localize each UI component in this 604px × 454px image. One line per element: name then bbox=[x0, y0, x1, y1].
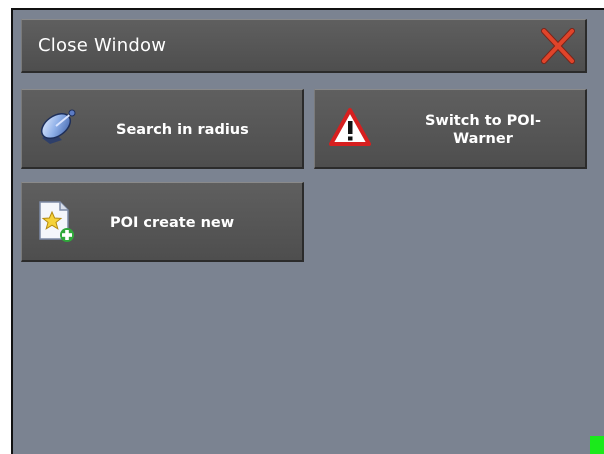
search-in-radius-button[interactable]: Search in radius bbox=[21, 89, 304, 169]
poi-menu-screen: Close Window Search in radius Switch to … bbox=[11, 8, 604, 454]
close-window-label: Close Window bbox=[38, 35, 167, 56]
close-x-icon[interactable] bbox=[537, 25, 579, 67]
status-indicator bbox=[590, 436, 604, 454]
poi-create-new-label: POI create new bbox=[110, 215, 235, 231]
new-document-star-icon bbox=[39, 201, 74, 242]
warning-triangle-icon bbox=[329, 108, 371, 146]
switch-to-poi-warner-label: Switch to POI-Warner bbox=[424, 113, 541, 147]
satellite-dish-icon bbox=[40, 109, 76, 144]
poi-create-new-button[interactable]: POI create new bbox=[21, 182, 304, 262]
switch-to-poi-warner-button[interactable]: Switch to POI-Warner bbox=[314, 89, 587, 169]
close-window-button[interactable]: Close Window bbox=[21, 19, 587, 73]
search-in-radius-label: Search in radius bbox=[116, 122, 249, 138]
